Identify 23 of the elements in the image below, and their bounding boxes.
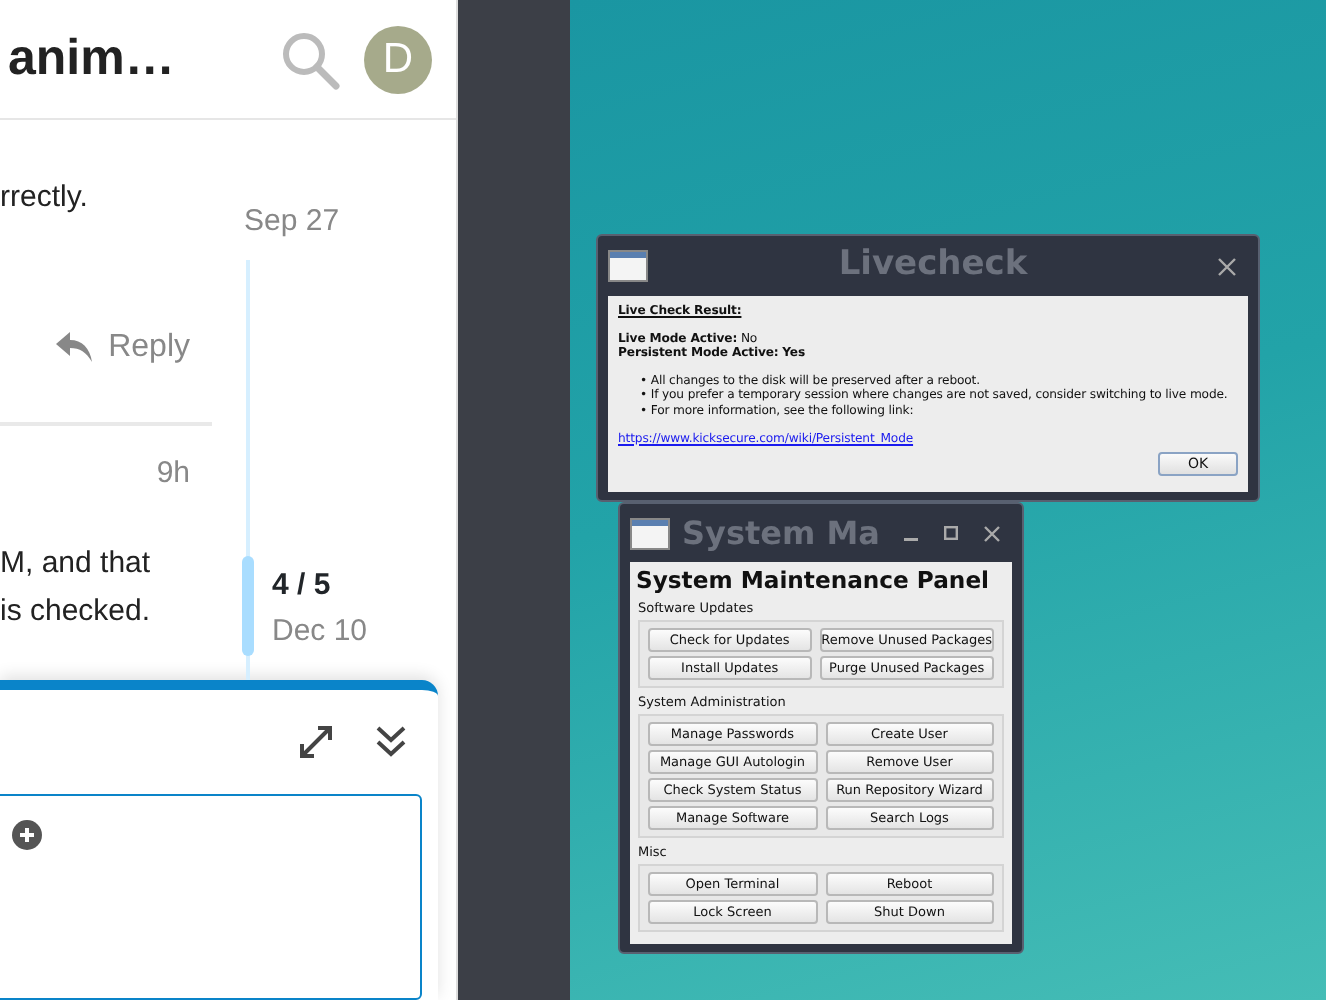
post-text: M, and that is checked. — [0, 544, 153, 632]
timeline-handle[interactable] — [242, 556, 254, 656]
post-text: rrectly. — [0, 178, 90, 218]
window-icon — [630, 517, 670, 549]
topic-title: anim… — [8, 27, 175, 90]
window-icon — [608, 250, 648, 282]
timeline-date: Sep 27 — [244, 202, 340, 242]
window-title: System Ma — [682, 511, 882, 555]
close-icon[interactable] — [1218, 257, 1236, 275]
reply-icon — [56, 332, 93, 362]
plus-circle-icon[interactable] — [12, 820, 42, 851]
post-time: 9h — [154, 453, 192, 493]
composer-input[interactable] — [0, 794, 422, 1000]
timeline-position: 4 / 5 — [272, 566, 333, 606]
double-chevron-icon[interactable] — [376, 726, 406, 758]
reply-button[interactable]: Reply — [54, 321, 192, 373]
timeline-track[interactable] — [246, 260, 250, 680]
panel-heading: System Maintenance Panel — [634, 564, 992, 596]
maximize-icon[interactable] — [944, 526, 958, 540]
expand-icon[interactable] — [300, 726, 332, 758]
close-icon[interactable] — [984, 525, 1000, 541]
window-title: Livecheck — [836, 242, 1030, 289]
timeline-date: Dec 10 — [272, 611, 368, 651]
